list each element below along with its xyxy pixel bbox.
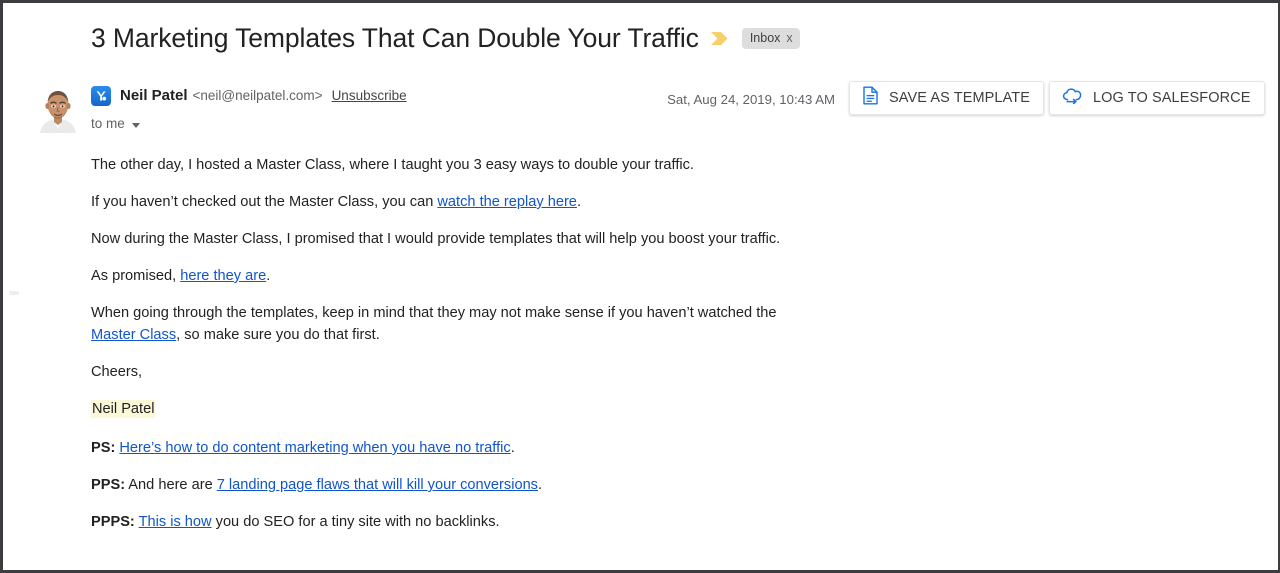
email-body: The other day, I hosted a Master Class, … <box>91 155 781 549</box>
paragraph-5-text-before: When going through the templates, keep i… <box>91 305 777 321</box>
body-paragraph-3: Now during the Master Class, I promised … <box>91 229 781 251</box>
log-to-salesforce-label: LOG TO SALESFORCE <box>1093 81 1251 115</box>
watch-replay-link[interactable]: watch the replay here <box>437 194 577 210</box>
recipient-label: to me <box>91 116 125 132</box>
message-timestamp: Sat, Aug 24, 2019, 10:43 AM <box>667 91 835 109</box>
cloud-upload-icon <box>1062 87 1083 109</box>
pps-line: PPS: And here are 7 landing page flaws t… <box>91 475 781 497</box>
paragraph-4-text-after: . <box>266 268 270 284</box>
ppps-this-is-how-link[interactable]: This is how <box>139 514 212 530</box>
avatar[interactable] <box>35 85 81 133</box>
ps-line: PS: Here’s how to do content marketing w… <box>91 438 781 460</box>
save-as-template-label: SAVE AS TEMPLATE <box>889 81 1030 115</box>
page-title: 3 Marketing Templates That Can Double Yo… <box>91 21 699 55</box>
document-file-icon <box>862 86 879 110</box>
unsubscribe-link[interactable]: Unsubscribe <box>332 85 407 106</box>
signature-name: Neil Patel <box>91 400 155 418</box>
sender-line: Neil Patel <neil@neilpatel.com> Unsubscr… <box>91 85 407 106</box>
ps-text-after: . <box>511 440 515 456</box>
chevron-down-icon[interactable] <box>132 123 140 128</box>
body-paragraph-5: When going through the templates, keep i… <box>91 303 781 346</box>
master-class-link[interactable]: Master Class <box>91 327 176 343</box>
body-paragraph-2: If you haven’t checked out the Master Cl… <box>91 192 781 214</box>
paragraph-4-text-before: As promised, <box>91 268 180 284</box>
log-to-salesforce-button[interactable]: LOG TO SALESFORCE <box>1049 81 1265 115</box>
pps-landing-page-flaws-link[interactable]: 7 landing page flaws that will kill your… <box>217 477 538 493</box>
recipient-row[interactable]: to me <box>91 116 140 132</box>
ppps-line: PPPS: This is how you do SEO for a tiny … <box>91 512 781 534</box>
body-paragraph-1: The other day, I hosted a Master Class, … <box>91 155 781 177</box>
label-chip-label: Inbox <box>750 31 781 45</box>
paragraph-2-text-before: If you haven’t checked out the Master Cl… <box>91 194 437 210</box>
label-chip-remove-icon[interactable]: x <box>786 31 792 45</box>
ps-content-marketing-link[interactable]: Here’s how to do content marketing when … <box>119 440 510 456</box>
yellow-chevron-importance-icon[interactable] <box>710 30 731 47</box>
signature-line: Neil Patel <box>91 399 781 421</box>
body-paragraph-4: As promised, here they are. <box>91 266 781 288</box>
pps-prefix: PPS: <box>91 477 125 493</box>
subject-row: 3 Marketing Templates That Can Double Yo… <box>91 21 800 55</box>
ppps-text-after: you do SEO for a tiny site with no backl… <box>212 514 500 530</box>
paragraph-2-text-after: . <box>577 194 581 210</box>
sender-name[interactable]: Neil Patel <box>120 85 188 106</box>
pps-text-after: . <box>538 477 542 493</box>
ppps-prefix: PPPS: <box>91 514 135 530</box>
signoff-text: Cheers, <box>91 364 142 380</box>
ps-prefix: PS: <box>91 440 115 456</box>
signoff-line: Cheers, <box>91 362 781 384</box>
paragraph-1-text: The other day, I hosted a Master Class, … <box>91 157 694 173</box>
pps-text-before: And here are <box>125 477 217 493</box>
verified-brand-badge-icon <box>91 86 111 106</box>
here-they-are-link[interactable]: here they are <box>180 268 266 284</box>
paragraph-5-text-after: , so make sure you do that first. <box>176 327 380 343</box>
email-message-window: 3 Marketing Templates That Can Double Yo… <box>0 0 1280 573</box>
sender-info: Neil Patel <neil@neilpatel.com> Unsubscr… <box>91 85 407 132</box>
paragraph-3-text: Now during the Master Class, I promised … <box>91 231 780 247</box>
sender-email[interactable]: <neil@neilpatel.com> <box>193 85 323 106</box>
save-as-template-button[interactable]: SAVE AS TEMPLATE <box>849 81 1044 115</box>
label-chip-inbox[interactable]: Inbox x <box>742 28 800 49</box>
left-edge-scroll-mark <box>9 291 19 295</box>
